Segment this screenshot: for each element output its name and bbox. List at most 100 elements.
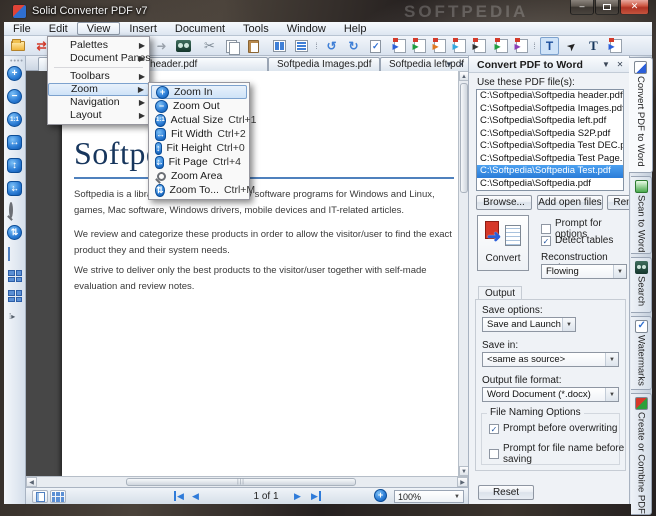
- menu-tools[interactable]: Tools: [234, 22, 278, 35]
- fit-page-icon[interactable]: ↔↔: [7, 181, 22, 196]
- pdf-file-list[interactable]: C:\Softpedia\Softpedia header.pdf C:\Sof…: [476, 89, 624, 191]
- select-text-tool-icon[interactable]: [540, 37, 559, 55]
- side-tab-convert-pdf-to-word[interactable]: Convert PDF to Word: [629, 57, 653, 173]
- document-page[interactable]: Softpedia Softpedia is a library of free…: [62, 71, 458, 476]
- prompt-filename-checkbox[interactable]: Prompt for file name before saving: [489, 443, 629, 465]
- two-page-view-icon[interactable]: [270, 37, 289, 55]
- zoom-level-combo[interactable]: 100% ▼: [394, 490, 464, 503]
- tab-list-menu-icon[interactable]: ▼: [443, 59, 455, 70]
- checkbox-box[interactable]: [541, 224, 551, 234]
- create-pdf-icon[interactable]: [606, 37, 625, 55]
- menu-window[interactable]: Window: [278, 22, 335, 35]
- last-page-icon[interactable]: ▶: [311, 490, 321, 503]
- output-group-tab[interactable]: Output: [478, 286, 522, 300]
- single-page-mode-icon[interactable]: [32, 490, 48, 503]
- fit-width-icon[interactable]: [7, 135, 22, 150]
- thumbnail-mode-icon[interactable]: [50, 490, 66, 503]
- pdf-to-text-icon[interactable]: [470, 37, 489, 55]
- forward-arrow-icon[interactable]: [152, 37, 171, 55]
- chevron-down-icon[interactable]: ▼: [605, 388, 618, 401]
- zoom-out-icon[interactable]: [7, 89, 22, 104]
- previous-page-icon[interactable]: ◀: [192, 490, 199, 503]
- file-list-item[interactable]: C:\Softpedia\Softpedia Images.pdf: [477, 103, 623, 116]
- submenu-item-zoom-to[interactable]: Zoom To...Ctrl+M: [151, 183, 247, 197]
- add-open-files-button[interactable]: Add open files: [537, 195, 603, 210]
- menu-help[interactable]: Help: [335, 22, 376, 35]
- menu-item-toolbars[interactable]: Toolbars▶: [48, 70, 149, 83]
- chevron-down-icon[interactable]: ▼: [605, 353, 618, 366]
- zoom-to-icon[interactable]: [7, 225, 22, 240]
- pdf-to-powerpoint-icon[interactable]: [430, 37, 449, 55]
- prompt-overwrite-checkbox[interactable]: ✓ Prompt before overwriting: [489, 423, 618, 434]
- paste-icon[interactable]: [244, 37, 263, 55]
- rotate-left-icon[interactable]: [322, 37, 341, 55]
- cut-icon[interactable]: [200, 37, 219, 55]
- menu-view[interactable]: View: [77, 22, 121, 35]
- detect-tables-checkbox[interactable]: ✓ Detect tables: [541, 235, 613, 246]
- minimize-button[interactable]: –: [570, 0, 594, 15]
- save-options-combo[interactable]: Save and Launch ▼: [482, 317, 576, 332]
- menu-item-palettes[interactable]: Palettes▶: [48, 39, 149, 52]
- menu-item-document-panes[interactable]: Document Panes▶: [48, 52, 149, 65]
- pdf-to-excel-icon[interactable]: [410, 37, 429, 55]
- open-folder-icon[interactable]: [8, 37, 27, 55]
- title-bar[interactable]: Solid Converter PDF v7: [4, 0, 652, 22]
- side-tab-watermarks[interactable]: Watermarks: [631, 316, 652, 390]
- menu-item-layout[interactable]: Layout▶: [48, 109, 149, 122]
- checkbox-box[interactable]: ✓: [541, 236, 551, 246]
- checkbox-box[interactable]: ✓: [489, 424, 499, 434]
- submenu-item-fit-height[interactable]: Fit HeightCtrl+0: [151, 141, 247, 155]
- fit-height-icon[interactable]: [7, 158, 22, 173]
- side-tab-search[interactable]: Search: [631, 257, 652, 313]
- browse-button[interactable]: Browse...: [476, 195, 532, 210]
- submenu-item-fit-width[interactable]: Fit WidthCtrl+2: [151, 127, 247, 141]
- pdf-to-html-icon[interactable]: [492, 37, 511, 55]
- file-list-item[interactable]: C:\Softpedia\Softpedia header.pdf: [477, 90, 623, 103]
- vertical-scrollbar[interactable]: ▲ ▼: [458, 71, 468, 476]
- close-button[interactable]: ✕: [620, 0, 649, 15]
- zoom-in-status-icon[interactable]: [374, 489, 387, 502]
- menu-item-zoom[interactable]: Zoom▶: [48, 83, 149, 96]
- side-tab-create-or-combine-pdf[interactable]: Create or Combine PDF: [631, 393, 652, 515]
- file-list-item[interactable]: C:\Softpedia\Softpedia S2P.pdf: [477, 128, 623, 141]
- pdf-to-image-icon[interactable]: [512, 37, 531, 55]
- remove-button[interactable]: Remove: [607, 195, 629, 210]
- pdf-to-publisher-icon[interactable]: [450, 37, 469, 55]
- menu-edit[interactable]: Edit: [40, 22, 77, 35]
- menu-file[interactable]: File: [4, 22, 40, 35]
- panel-header[interactable]: Convert PDF to Word ▼ ✕: [469, 56, 629, 73]
- tab-document-3[interactable]: Softpedia Images.pdf: [268, 57, 380, 71]
- output-format-combo[interactable]: Word Document (*.docx) ▼: [482, 387, 619, 402]
- file-list-item[interactable]: C:\Softpedia\Softpedia Test DEC.pdf: [477, 140, 623, 153]
- file-list-item[interactable]: C:\Softpedia\Softpedia.pdf: [477, 178, 623, 191]
- reconstruction-mode-combo[interactable]: Flowing ▼: [541, 264, 627, 279]
- validate-page-icon[interactable]: [366, 37, 385, 55]
- actual-size-icon[interactable]: [7, 112, 22, 127]
- horizontal-scrollbar[interactable]: ◀ ||| ▶: [26, 476, 468, 487]
- pointer-tool-icon[interactable]: [562, 37, 581, 55]
- convert-button[interactable]: ➜ Convert: [477, 215, 529, 271]
- horizontal-scroll-thumb[interactable]: |||: [126, 478, 356, 486]
- panel-menu-icon[interactable]: ▼: [600, 59, 612, 70]
- continuous-view-icon[interactable]: [292, 37, 311, 55]
- menu-document[interactable]: Document: [166, 22, 234, 35]
- scroll-right-icon[interactable]: ▶: [457, 477, 468, 487]
- save-in-combo[interactable]: <same as source> ▼: [482, 352, 619, 367]
- search-binoculars-icon[interactable]: [174, 37, 193, 55]
- left-toolbar-overflow-icon[interactable]: ⁞▸: [9, 310, 15, 322]
- submenu-item-zoom-out[interactable]: Zoom Out: [151, 99, 247, 113]
- next-page-icon[interactable]: ▶: [294, 490, 301, 503]
- chevron-down-icon[interactable]: ▼: [613, 265, 626, 278]
- submenu-item-actual-size[interactable]: Actual SizeCtrl+1: [151, 113, 247, 127]
- checkbox-box[interactable]: [489, 449, 499, 459]
- side-tab-scan-to-word[interactable]: Scan to Word: [631, 176, 652, 254]
- menu-insert[interactable]: Insert: [120, 22, 166, 35]
- facing-pages-view-icon[interactable]: [8, 270, 22, 282]
- file-list-item[interactable]: C:\Softpedia\Softpedia Test Page.pdf: [477, 153, 623, 166]
- menu-item-navigation[interactable]: Navigation▶: [48, 96, 149, 109]
- copy-icon[interactable]: [222, 37, 241, 55]
- submenu-item-zoom-area[interactable]: Zoom Area: [151, 169, 247, 183]
- submenu-item-fit-page[interactable]: ↔↔ Fit PageCtrl+4: [151, 155, 247, 169]
- file-list-item-selected[interactable]: C:\Softpedia\Softpedia Test.pdf: [477, 165, 623, 178]
- vertical-scroll-thumb[interactable]: [460, 83, 468, 193]
